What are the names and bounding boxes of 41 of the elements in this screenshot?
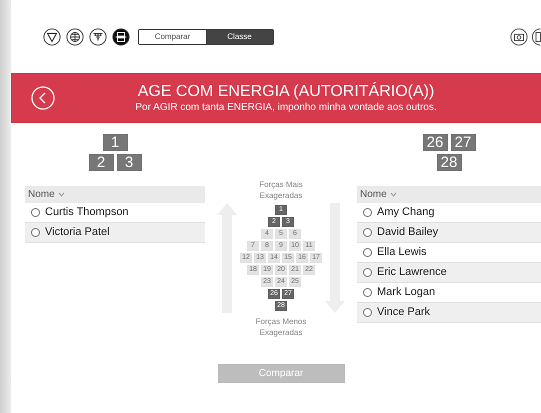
radio-button[interactable] xyxy=(363,268,372,277)
rank-tile: 2 xyxy=(88,154,114,171)
person-name: Curtis Thompson xyxy=(45,205,129,220)
bottom-label: Forças Menos Exageradas xyxy=(254,316,308,338)
person-name: Victoria Patel xyxy=(45,225,110,240)
person-name: Mark Logan xyxy=(377,285,436,300)
chevron-down-icon xyxy=(390,192,397,197)
banner-subtitle: Por AGIR com tanta ENERGIA, imponho minha vontade aos outros. xyxy=(135,101,437,114)
view-tab[interactable]: Classe xyxy=(206,30,273,44)
rank-tile: 27 xyxy=(450,134,476,151)
list-row[interactable]: Victoria Patel xyxy=(25,223,205,243)
back-button-icon[interactable] xyxy=(31,86,55,110)
person-name: Amy Chang xyxy=(377,205,434,220)
device-icon[interactable] xyxy=(531,28,541,46)
table-header[interactable]: Nome xyxy=(357,186,541,203)
radio-button[interactable] xyxy=(31,228,40,237)
person-name: Vince Park xyxy=(377,305,430,320)
rank-tile: 3 xyxy=(116,154,142,171)
banner-title: AGE COM ENERGIA (AUTORITÁRIO(A)) xyxy=(138,82,434,101)
radio-button[interactable] xyxy=(363,288,372,297)
radio-button[interactable] xyxy=(363,228,372,237)
rank-tile: 1 xyxy=(102,134,128,151)
rank-tile: 26 xyxy=(422,134,448,151)
person-name: Eric Lawrence xyxy=(377,265,447,280)
radio-button[interactable] xyxy=(363,208,372,217)
radio-button[interactable] xyxy=(363,308,372,317)
person-name: David Bailey xyxy=(377,225,438,240)
rank-tile: 28 xyxy=(436,154,462,171)
table-header[interactable]: Nome xyxy=(25,186,205,203)
radio-button[interactable] xyxy=(363,248,372,257)
globe-icon[interactable] xyxy=(66,28,84,46)
list-row[interactable]: David Bailey xyxy=(357,223,541,243)
chevron-down-icon xyxy=(58,192,65,197)
person-name: Ella Lewis xyxy=(377,245,427,260)
stack-icon[interactable] xyxy=(112,28,130,46)
grid-icon[interactable] xyxy=(89,28,107,46)
list-row[interactable]: Vince Park xyxy=(357,303,541,323)
top-label: Forças Mais Exageradas xyxy=(258,179,304,201)
radio-button[interactable] xyxy=(31,208,40,217)
camera-icon[interactable] xyxy=(510,28,528,46)
list-row[interactable]: Eric Lawrence xyxy=(357,263,541,283)
